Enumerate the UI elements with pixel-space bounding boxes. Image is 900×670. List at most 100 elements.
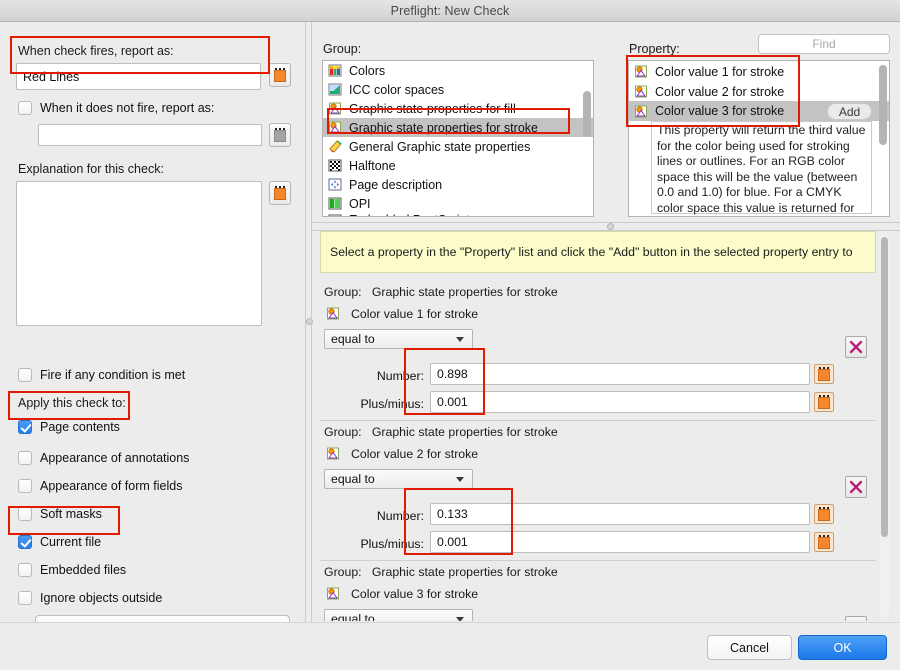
number-note-button-1[interactable] (814, 364, 834, 384)
operator-select-1[interactable]: equal to (324, 329, 473, 349)
checkbox-soft-masks[interactable]: Soft masks (18, 507, 102, 521)
list-item[interactable]: Color value 2 for stroke (629, 82, 889, 101)
list-item[interactable]: OPI (323, 194, 593, 213)
checkbox-label: Ignore objects outside (40, 591, 163, 605)
group-prefix: Group: (324, 425, 362, 439)
splitter-handle[interactable] (306, 318, 313, 325)
ignore-objects-outside-checkbox[interactable] (18, 591, 32, 605)
halftone-icon (328, 158, 343, 173)
chevron-down-icon (456, 477, 464, 482)
ok-button[interactable]: OK (798, 635, 887, 660)
property-value: Color value 1 for stroke (351, 306, 479, 321)
list-item[interactable]: Page description (323, 175, 593, 194)
appearance-form-fields-checkbox[interactable] (18, 479, 32, 493)
property-listbox[interactable]: Color value 1 for stroke Color value 2 f… (628, 60, 890, 217)
plusminus-input-2[interactable]: 0.001 (430, 531, 810, 553)
not-fire-report-input[interactable] (38, 124, 262, 146)
cancel-button[interactable]: Cancel (707, 635, 792, 660)
property-list-scrollbar[interactable] (879, 65, 887, 145)
checkbox-page-contents[interactable]: Page contents (18, 420, 120, 434)
plusminus-note-button-1[interactable] (814, 392, 834, 412)
appearance-annotations-checkbox[interactable] (18, 451, 32, 465)
general-gstate-icon (328, 139, 343, 154)
note-icon (818, 395, 830, 409)
delete-condition-button-2[interactable] (845, 476, 867, 498)
list-item[interactable]: Embedded PostScript (323, 213, 593, 216)
fires-note-button[interactable] (269, 63, 291, 87)
divider (320, 560, 876, 561)
fire-any-condition-checkbox[interactable] (18, 368, 32, 382)
checkbox-embedded-files[interactable]: Embedded files (18, 563, 126, 577)
gstate-stroke-icon (634, 64, 649, 79)
plusminus-note-button-2[interactable] (814, 532, 834, 552)
note-icon (274, 186, 286, 200)
property-find-input[interactable]: Find (758, 34, 890, 54)
property-description: This property will return the third valu… (651, 121, 872, 215)
operator-select-3[interactable]: equal to (324, 609, 473, 621)
property-value: Color value 2 for stroke (351, 446, 479, 461)
not-fire-checkbox[interactable] (18, 101, 32, 115)
not-fire-label: When it does not fire, report as: (40, 101, 215, 115)
list-item-label: Colors (349, 63, 386, 78)
number-input-2[interactable]: 0.133 (430, 503, 810, 525)
not-fire-checkbox-row[interactable]: When it does not fire, report as: (18, 101, 214, 115)
page-contents-checkbox[interactable] (18, 420, 32, 434)
delete-condition-button-1[interactable] (845, 336, 867, 358)
chevron-down-icon (456, 617, 464, 621)
add-property-button[interactable]: Add (827, 103, 872, 120)
splitter-handle[interactable] (607, 223, 614, 230)
vertical-splitter[interactable] (305, 22, 313, 622)
number-note-button-2[interactable] (814, 504, 834, 524)
checkbox-current-file[interactable]: Current file (18, 535, 101, 549)
list-item[interactable]: Graphic state properties for fill (323, 99, 593, 118)
checkbox-label: Soft masks (40, 507, 102, 521)
explanation-note-button[interactable] (269, 181, 291, 205)
operator-value: equal to (331, 332, 375, 346)
apply-check-to-label: Apply this check to: (18, 396, 126, 410)
main-scrollbar-thumb[interactable] (881, 237, 888, 537)
group-listbox[interactable]: Colors ICC color spaces Graphic state pr… (322, 60, 594, 217)
gstate-stroke-icon (326, 446, 341, 461)
close-icon (850, 620, 862, 621)
plusminus-input-1[interactable]: 0.001 (430, 391, 810, 413)
plusminus-label: Plus/minus: (360, 397, 424, 411)
fires-label: When check fires, report as: (18, 44, 174, 58)
delete-condition-button-3[interactable] (845, 616, 867, 621)
number-input-1[interactable]: 0.898 (430, 363, 810, 385)
title-bar: Preflight: New Check (0, 0, 900, 22)
fires-report-input[interactable]: Red Lines (16, 63, 261, 90)
checkbox-ignore-objects-outside[interactable]: Ignore objects outside (18, 591, 162, 605)
current-file-checkbox[interactable] (18, 535, 32, 549)
footer-bar: Cancel OK (0, 622, 900, 670)
property-value: Color value 3 for stroke (351, 586, 479, 601)
explanation-textarea[interactable] (16, 181, 262, 326)
embedded-files-checkbox[interactable] (18, 563, 32, 577)
property-label: Property: (629, 42, 680, 56)
condition-property-line: Color value 1 for stroke (326, 306, 478, 321)
group-prefix: Group: (324, 565, 362, 579)
not-fire-note-button[interactable] (269, 123, 291, 147)
number-label: Number: (376, 509, 424, 523)
colors-icon (328, 63, 343, 78)
checkbox-appearance-form-fields[interactable]: Appearance of form fields (18, 479, 182, 493)
divider (320, 420, 876, 421)
opi-icon (328, 196, 343, 211)
list-item[interactable]: ICC color spaces (323, 80, 593, 99)
gstate-fill-icon (328, 101, 343, 116)
gstate-stroke-icon (634, 104, 649, 119)
fire-any-condition-row[interactable]: Fire if any condition is met (18, 368, 185, 382)
list-item-label: Page description (349, 177, 443, 192)
group-list-scrollbar[interactable] (583, 91, 591, 137)
soft-masks-checkbox[interactable] (18, 507, 32, 521)
embedded-ps-icon (328, 213, 343, 216)
operator-select-2[interactable]: equal to (324, 469, 473, 489)
checkbox-appearance-annotations[interactable]: Appearance of annotations (18, 451, 189, 465)
list-item[interactable]: General Graphic state properties (323, 137, 593, 156)
list-item-label: Halftone (349, 158, 396, 173)
group-value: Graphic state properties for stroke (371, 565, 558, 579)
list-item[interactable]: Halftone (323, 156, 593, 175)
list-item-selected[interactable]: Graphic state properties for stroke (323, 118, 593, 137)
list-item[interactable]: Colors (323, 61, 593, 80)
horizontal-splitter[interactable] (312, 222, 900, 231)
list-item[interactable]: Color value 1 for stroke (629, 61, 889, 82)
